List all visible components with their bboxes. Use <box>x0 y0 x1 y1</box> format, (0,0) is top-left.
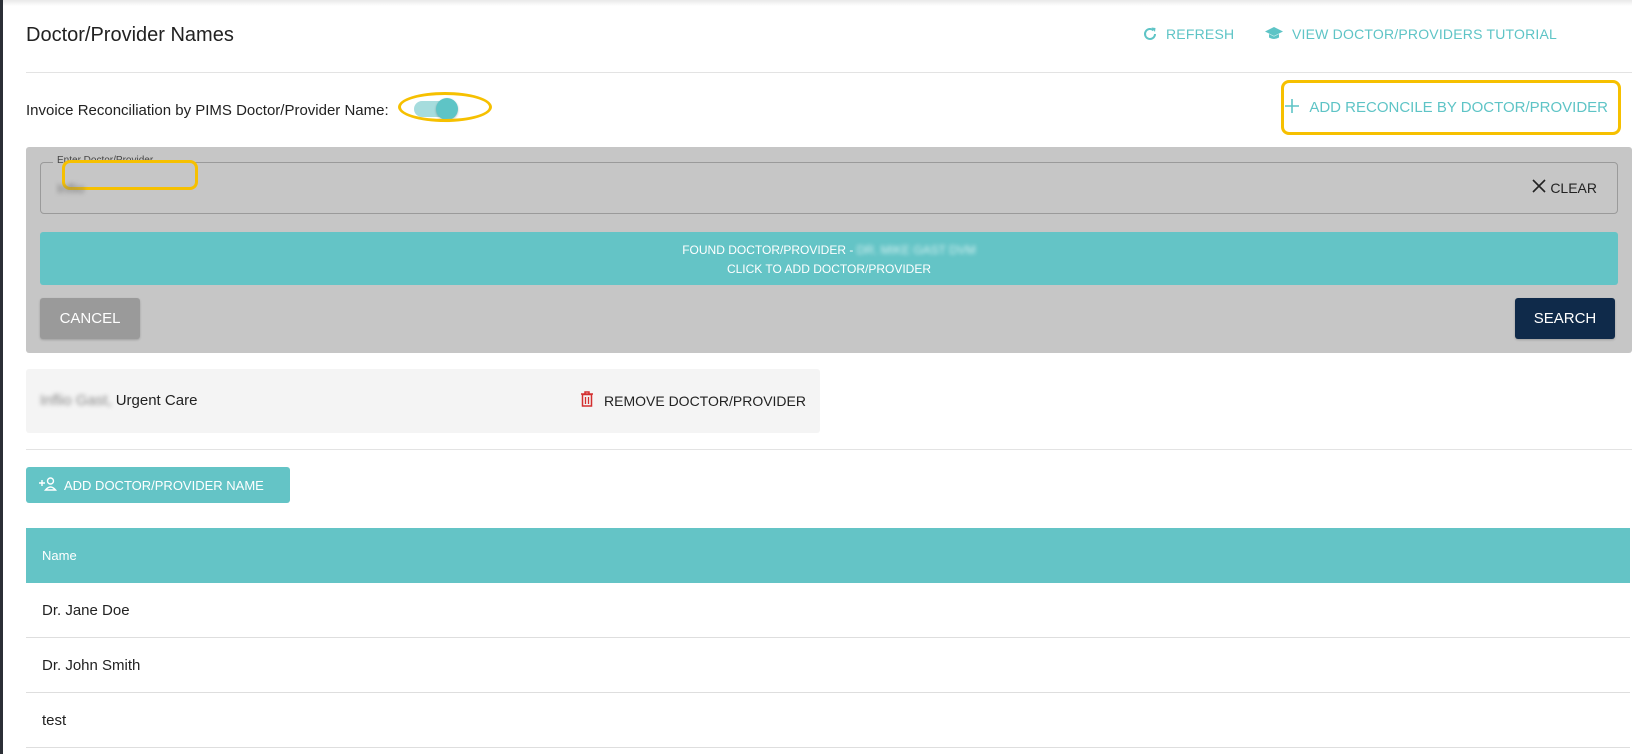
plus-icon <box>1285 98 1300 117</box>
header-divider <box>26 72 1632 73</box>
add-reconcile-button[interactable]: ADD RECONCILE BY DOCTOR/PROVIDER <box>1281 80 1621 135</box>
close-icon <box>1532 179 1546 196</box>
view-tutorial-label: VIEW DOCTOR/PROVIDERS TUTORIAL <box>1292 26 1558 42</box>
table-cell-name: test <box>42 711 67 729</box>
found-provider-name: DR. MIKE GAST DVM <box>856 243 976 257</box>
doctor-provider-input[interactable]: Enter Doctor/Provider Inflio CLEAR <box>40 155 1618 214</box>
add-doctor-provider-name-label: ADD DOCTOR/PROVIDER NAME <box>64 477 264 493</box>
click-to-add-label: CLICK TO ADD DOCTOR/PROVIDER <box>726 262 932 276</box>
view-tutorial-button[interactable]: VIEW DOCTOR/PROVIDERS TUTORIAL <box>1264 26 1557 42</box>
found-provider-prefix: FOUND DOCTOR/PROVIDER - <box>682 243 857 257</box>
reconciliation-toggle-row: Invoice Reconciliation by PIMS Doctor/Pr… <box>26 92 492 124</box>
window-edge <box>0 0 3 754</box>
table-row[interactable]: Dr. John Smith <box>26 638 1630 693</box>
section-divider <box>26 449 1632 450</box>
add-doctor-provider-name-button[interactable]: ADD DOCTOR/PROVIDER NAME <box>26 467 290 503</box>
trash-icon <box>580 391 594 410</box>
table-row[interactable]: test <box>26 693 1630 748</box>
search-panel: Enter Doctor/Provider Inflio CLEAR FOUND… <box>26 147 1632 353</box>
column-header-name: Name <box>42 548 77 563</box>
top-shadow <box>0 0 1632 6</box>
table-header: Name <box>26 528 1630 583</box>
selected-provider-card: Inflio Gast, Urgent Care REMOVE DOCTOR/PR… <box>26 369 820 433</box>
table-row[interactable]: Dr. Jane Doe <box>26 583 1630 638</box>
table-cell-name: Dr. John Smith <box>42 656 141 674</box>
selected-provider-name-blurred: Inflio Gast, <box>40 392 112 409</box>
refresh-button[interactable]: REFRESH <box>1142 26 1234 42</box>
page-title: Doctor/Provider Names <box>26 24 234 46</box>
page-header: Doctor/Provider Names REFRESH VIEW DOCTO… <box>26 22 1632 62</box>
clear-button[interactable]: CLEAR <box>1532 179 1597 196</box>
remove-provider-label: REMOVE DOCTOR/PROVIDER <box>604 392 806 409</box>
selected-provider-name-suffix: Urgent Care <box>115 392 198 409</box>
toggle-highlight <box>398 92 492 122</box>
graduation-cap-icon <box>1264 26 1284 42</box>
found-provider-line: FOUND DOCTOR/PROVIDER - DR. MIKE GAST DV… <box>40 243 1618 257</box>
add-reconcile-label: ADD RECONCILE BY DOCTOR/PROVIDER <box>1309 99 1608 116</box>
reconciliation-toggle-label: Invoice Reconciliation by PIMS Doctor/Pr… <box>26 101 389 119</box>
cancel-button[interactable]: CANCEL <box>40 298 140 339</box>
selected-provider-name: Inflio Gast, Urgent Care <box>40 392 197 409</box>
search-button[interactable]: SEARCH <box>1515 298 1615 339</box>
add-person-icon <box>39 476 57 494</box>
table-cell-name: Dr. Jane Doe <box>42 601 130 619</box>
refresh-icon <box>1142 26 1158 42</box>
doctor-provider-input-value: Inflio <box>57 181 85 196</box>
provider-names-table: Name Dr. Jane Doe Dr. John Smith test <box>26 528 1630 748</box>
remove-provider-button[interactable]: REMOVE DOCTOR/PROVIDER <box>580 391 806 410</box>
found-provider-button[interactable]: FOUND DOCTOR/PROVIDER - DR. MIKE GAST DV… <box>40 232 1618 285</box>
refresh-label: REFRESH <box>1166 26 1235 42</box>
clear-label: CLEAR <box>1550 179 1597 196</box>
